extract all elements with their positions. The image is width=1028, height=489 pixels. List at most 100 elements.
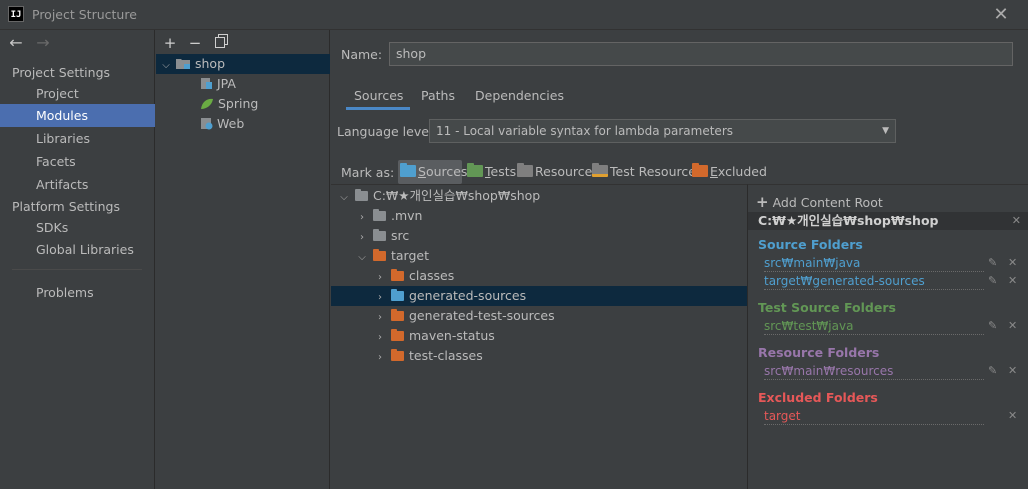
intellij-app-icon: IJ	[8, 6, 24, 22]
modules-panel: + − ⌵ shop JPA Spring Web	[156, 30, 330, 489]
edit-pencil-icon[interactable]: ✎	[988, 274, 997, 287]
tab-dependencies[interactable]: Dependencies	[475, 86, 564, 110]
remove-folder-icon[interactable]: ✕	[1008, 409, 1017, 422]
plus-icon: +	[756, 193, 769, 211]
mark-as-resources-button[interactable]: Resources	[515, 160, 599, 184]
language-level-select[interactable]: 11 - Local variable syntax for lambda pa…	[429, 119, 896, 143]
remove-folder-icon[interactable]: ✕	[1008, 256, 1017, 269]
edit-pencil-icon[interactable]: ✎	[988, 256, 997, 269]
title-bar	[0, 0, 1028, 30]
sidebar-item-problems[interactable]: Problems	[0, 281, 155, 304]
facet-item-spring[interactable]: Spring	[156, 94, 330, 114]
folder-icon	[372, 229, 386, 241]
arrow-right-icon[interactable]: →	[33, 34, 53, 52]
tree-node-generated-test-sources[interactable]: › generated-test-sources	[331, 306, 747, 326]
test-source-folders-heading: Test Source Folders	[758, 300, 896, 315]
mark-as-sources-button[interactable]: Sources	[398, 160, 467, 184]
chevron-down-icon[interactable]: ⌵	[337, 188, 351, 208]
content-root-tree: ⌵ C:₩★개인실습₩shop₩shop › .mvn › src ⌵ targ…	[331, 184, 747, 489]
remove-folder-icon[interactable]: ✕	[1008, 319, 1017, 332]
sidebar-item-artifacts[interactable]: Artifacts	[0, 173, 155, 196]
source-folders-heading: Source Folders	[758, 237, 863, 252]
facet-item-jpa[interactable]: JPA	[156, 74, 330, 94]
content-root-path: C:₩★개인실습₩shop₩shop ✕	[748, 212, 1028, 230]
excluded-folder-icon	[390, 329, 404, 341]
remove-folder-icon[interactable]: ✕	[1008, 274, 1017, 287]
excluded-folder-icon	[390, 269, 404, 281]
settings-sidebar: ← → Project Settings Project Modules Lib…	[0, 30, 155, 489]
tree-node-root[interactable]: ⌵ C:₩★개인실습₩shop₩shop	[331, 186, 747, 206]
tree-node-test-classes[interactable]: › test-classes	[331, 346, 747, 366]
project-settings-heading: Project Settings	[12, 65, 111, 80]
module-tree-item-shop[interactable]: ⌵ shop	[156, 54, 330, 74]
sidebar-item-libraries[interactable]: Libraries	[0, 127, 155, 150]
edit-pencil-icon[interactable]: ✎	[988, 319, 997, 332]
mark-as-tests-button[interactable]: Tests	[465, 160, 516, 184]
chevron-right-icon[interactable]: ›	[373, 348, 387, 368]
module-editor: Name: shop Sources Paths Dependencies La…	[331, 30, 1028, 489]
source-folder-path[interactable]: src₩main₩java	[764, 256, 984, 272]
sidebar-item-global-libraries[interactable]: Global Libraries	[0, 238, 155, 261]
module-name-input[interactable]: shop	[389, 42, 1013, 66]
sidebar-item-project[interactable]: Project	[0, 82, 155, 105]
test-resources-folder-icon	[592, 163, 608, 177]
name-label: Name:	[341, 47, 383, 62]
folder-icon	[372, 209, 386, 221]
edit-pencil-icon[interactable]: ✎	[988, 364, 997, 377]
remove-folder-icon[interactable]: ✕	[1008, 364, 1017, 377]
excluded-folder-icon	[390, 309, 404, 321]
platform-settings-heading: Platform Settings	[12, 199, 120, 214]
tab-paths[interactable]: Paths	[421, 86, 455, 110]
excluded-folder-icon	[372, 249, 386, 261]
language-level-label: Language level:	[337, 124, 437, 139]
facet-label: Web	[217, 116, 245, 131]
arrow-left-icon[interactable]: ←	[6, 34, 26, 52]
module-folder-icon	[176, 56, 191, 76]
mark-as-label: Mark as:	[341, 165, 395, 180]
sidebar-item-sdks[interactable]: SDKs	[0, 216, 155, 239]
remove-module-button[interactable]: −	[185, 33, 205, 53]
tree-node-maven-status[interactable]: › maven-status	[331, 326, 747, 346]
source-folder-path[interactable]: target₩generated-sources	[764, 274, 984, 290]
add-content-root-button[interactable]: + Add Content Root	[756, 193, 883, 211]
tree-node-src[interactable]: › src	[331, 226, 747, 246]
mark-as-test-resources-button[interactable]: Test Resources	[590, 160, 702, 184]
facet-label: Spring	[218, 96, 259, 111]
content-root-panel: + Add Content Root C:₩★개인실습₩shop₩shop ✕ S…	[747, 184, 1028, 489]
chevron-right-icon[interactable]: ›	[355, 208, 369, 228]
resources-folder-icon	[517, 163, 533, 177]
resource-folders-heading: Resource Folders	[758, 345, 880, 360]
excluded-folder-icon	[692, 163, 708, 177]
copy-icon[interactable]	[211, 33, 231, 53]
remove-content-root-icon[interactable]: ✕	[1012, 212, 1021, 230]
chevron-right-icon[interactable]: ›	[373, 288, 387, 308]
tree-node-generated-sources[interactable]: › generated-sources	[331, 286, 747, 306]
web-icon	[200, 116, 213, 136]
excluded-folder-path[interactable]: target	[764, 409, 984, 425]
spring-leaf-icon	[200, 96, 214, 116]
facet-item-web[interactable]: Web	[156, 114, 330, 134]
close-icon[interactable]: ✕	[990, 4, 1012, 26]
tree-node-mvn[interactable]: › .mvn	[331, 206, 747, 226]
tree-node-classes[interactable]: › classes	[331, 266, 747, 286]
chevron-right-icon[interactable]: ›	[373, 308, 387, 328]
folder-icon	[354, 189, 368, 201]
chevron-down-icon[interactable]: ⌵	[156, 56, 176, 76]
sidebar-item-modules[interactable]: Modules	[0, 104, 155, 127]
test-source-folder-path[interactable]: src₩test₩java	[764, 319, 984, 335]
chevron-right-icon[interactable]: ›	[373, 328, 387, 348]
chevron-down-icon[interactable]: ⌵	[355, 248, 369, 268]
facet-label: JPA	[217, 76, 236, 91]
dropdown-arrow-icon: ▼	[882, 126, 889, 136]
resource-folder-path[interactable]: src₩main₩resources	[764, 364, 984, 380]
add-module-button[interactable]: +	[160, 33, 180, 53]
module-label: shop	[195, 56, 226, 71]
sidebar-item-facets[interactable]: Facets	[0, 150, 155, 173]
chevron-right-icon[interactable]: ›	[373, 268, 387, 288]
mark-as-excluded-button[interactable]: Excluded	[690, 160, 767, 184]
sources-folder-icon	[390, 289, 404, 301]
tree-node-target[interactable]: ⌵ target	[331, 246, 747, 266]
tests-folder-icon	[467, 163, 483, 177]
tab-sources[interactable]: Sources	[346, 86, 410, 110]
chevron-right-icon[interactable]: ›	[355, 228, 369, 248]
